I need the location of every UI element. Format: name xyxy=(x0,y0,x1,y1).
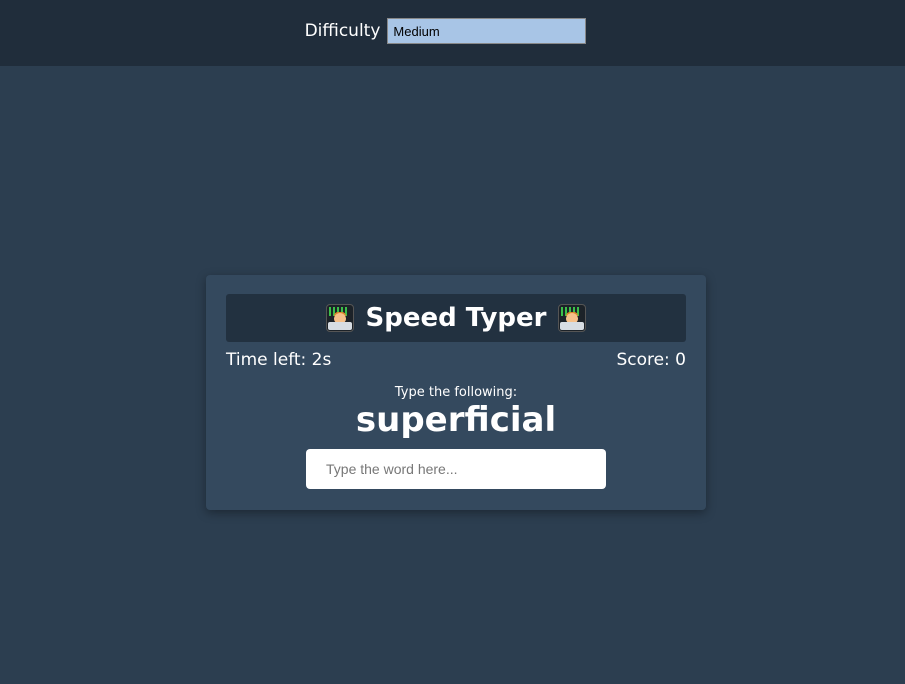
stats-row: Time left: 2s Score: 0 xyxy=(226,350,686,370)
input-wrapper xyxy=(226,449,686,489)
difficulty-selected-value: Medium xyxy=(393,23,440,39)
word-input[interactable] xyxy=(306,449,606,489)
prompt-text: Type the following: xyxy=(394,385,518,400)
difficulty-label: Difficulty xyxy=(304,21,381,41)
game-title: Speed Typer xyxy=(365,303,547,333)
title-banner: Speed Typer xyxy=(226,294,686,342)
time-left: Time left: 2s xyxy=(226,350,332,370)
score: Score: 0 xyxy=(616,350,686,370)
technologist-icon xyxy=(558,304,587,332)
technologist-icon xyxy=(325,304,354,332)
game-card: Speed Typer Time left: 2s Score: 0 Type … xyxy=(206,275,706,510)
settings-bar: Difficulty Medium xyxy=(0,0,905,66)
target-word: superficial xyxy=(355,400,557,440)
difficulty-select[interactable]: Medium xyxy=(387,18,587,44)
